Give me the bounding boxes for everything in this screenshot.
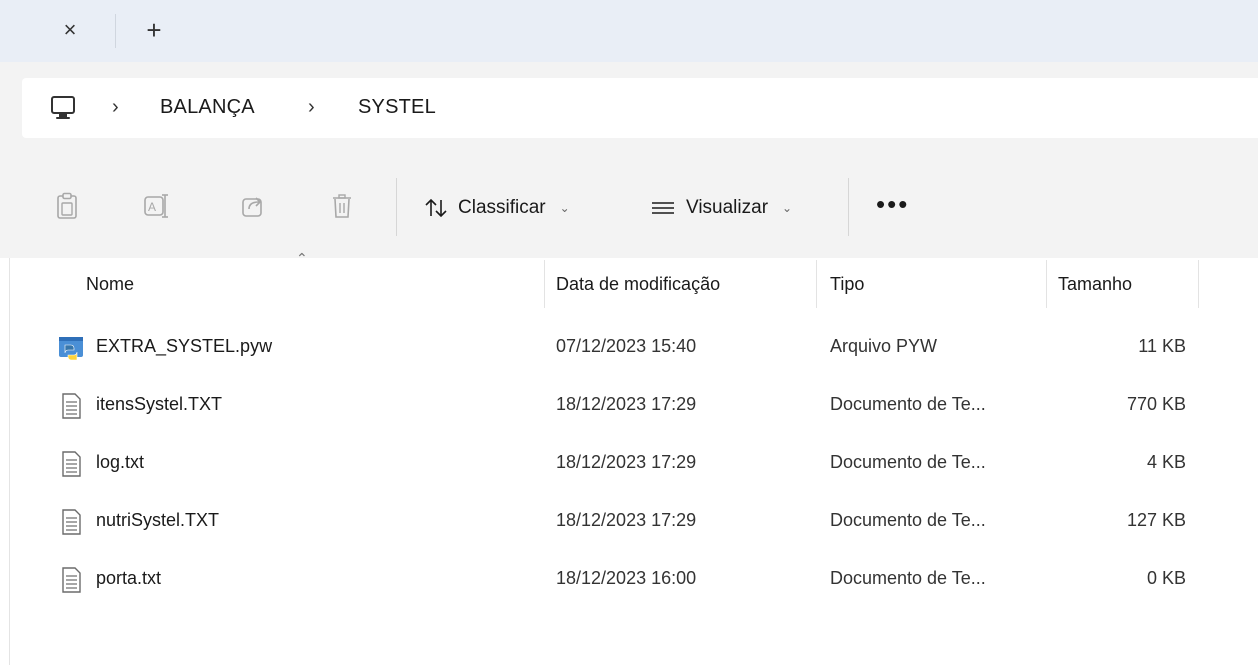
- breadcrumb-item-balanca[interactable]: BALANÇA: [160, 96, 255, 119]
- close-tab-button[interactable]: ×: [56, 16, 84, 44]
- sort-arrows-icon: [425, 198, 447, 218]
- file-type: Documento de Te...: [830, 394, 986, 414]
- breadcrumb-separator: ›: [112, 96, 119, 118]
- file-size: 0 KB: [1146, 568, 1186, 588]
- ellipsis-icon: •••: [876, 189, 910, 219]
- file-size: 770 KB: [1126, 394, 1186, 414]
- share-button[interactable]: [238, 190, 268, 222]
- rename-icon: A: [144, 194, 168, 218]
- file-name: EXTRA_SYSTEL.pyw: [96, 336, 273, 356]
- view-button[interactable]: Visualizar ⌄: [650, 192, 792, 224]
- view-label: Visualizar: [686, 197, 769, 218]
- file-type: Arquivo PYW: [830, 336, 938, 356]
- sort-ascending-icon: ⌃: [296, 250, 308, 266]
- file-row[interactable]: log.txt 18/12/2023 17:29 Documento de Te…: [52, 434, 1192, 492]
- column-header-name[interactable]: Nome: [86, 274, 134, 295]
- file-name: itensSystel.TXT: [96, 394, 223, 414]
- new-tab-button[interactable]: +: [140, 14, 168, 45]
- text-file-icon: [62, 451, 81, 477]
- delete-button[interactable]: [327, 190, 357, 222]
- tab-bar: [0, 0, 1258, 62]
- column-divider[interactable]: [1046, 260, 1047, 308]
- sort-label: Classificar: [458, 197, 546, 218]
- python-file-icon: [59, 337, 83, 361]
- breadcrumb-separator: ›: [308, 96, 315, 118]
- file-date: 18/12/2023 17:29: [556, 452, 697, 472]
- text-file-icon: [62, 567, 81, 593]
- file-row[interactable]: porta.txt 18/12/2023 16:00 Documento de …: [52, 550, 1192, 608]
- toolbar-divider: [396, 178, 397, 236]
- close-icon: ×: [63, 17, 77, 42]
- column-header-date[interactable]: Data de modificação: [556, 274, 720, 295]
- list-view-icon: [652, 202, 674, 214]
- chevron-down-icon: ⌄: [559, 201, 570, 215]
- plus-icon: +: [146, 14, 162, 45]
- sort-button[interactable]: Classificar ⌄: [424, 192, 570, 224]
- file-type: Documento de Te...: [830, 510, 986, 530]
- column-divider[interactable]: [1198, 260, 1199, 308]
- nav-pane-edge: [0, 258, 10, 665]
- file-row[interactable]: EXTRA_SYSTEL.pyw 07/12/2023 15:40 Arquiv…: [52, 318, 1192, 376]
- column-header-type[interactable]: Tipo: [830, 274, 864, 295]
- svg-text:A: A: [148, 200, 156, 214]
- chevron-down-icon: ⌄: [782, 201, 793, 215]
- file-date: 07/12/2023 15:40: [556, 336, 697, 356]
- share-icon: [242, 197, 262, 217]
- command-bar: [0, 154, 1258, 258]
- tab-separator: [115, 14, 116, 48]
- computer-icon[interactable]: [48, 94, 78, 122]
- file-size: 11 KB: [1138, 336, 1186, 356]
- column-divider[interactable]: [816, 260, 817, 308]
- file-name: porta.txt: [96, 568, 162, 588]
- file-row[interactable]: nutriSystel.TXT 18/12/2023 17:29 Documen…: [52, 492, 1192, 550]
- file-name: nutriSystel.TXT: [96, 510, 220, 530]
- file-row[interactable]: itensSystel.TXT 18/12/2023 17:29 Documen…: [52, 376, 1192, 434]
- text-file-icon: [62, 393, 81, 419]
- file-size: 4 KB: [1146, 452, 1186, 472]
- file-date: 18/12/2023 16:00: [556, 568, 697, 588]
- file-type: Documento de Te...: [830, 452, 986, 472]
- clipboard-icon: [57, 192, 77, 219]
- rename-button[interactable]: A: [142, 190, 172, 222]
- file-size: 127 KB: [1126, 510, 1186, 530]
- column-divider[interactable]: [544, 260, 545, 308]
- text-file-icon: [62, 509, 81, 535]
- column-header-size[interactable]: Tamanho: [1058, 274, 1132, 295]
- more-options-button[interactable]: •••: [876, 191, 909, 217]
- file-date: 18/12/2023 17:29: [556, 510, 697, 530]
- breadcrumb-item-systel[interactable]: SYSTEL: [358, 96, 436, 119]
- trash-icon: [333, 194, 351, 218]
- file-name: log.txt: [96, 452, 145, 472]
- toolbar-divider: [848, 178, 849, 236]
- file-type: Documento de Te...: [830, 568, 986, 588]
- paste-button[interactable]: [52, 190, 82, 222]
- file-date: 18/12/2023 17:29: [556, 394, 697, 414]
